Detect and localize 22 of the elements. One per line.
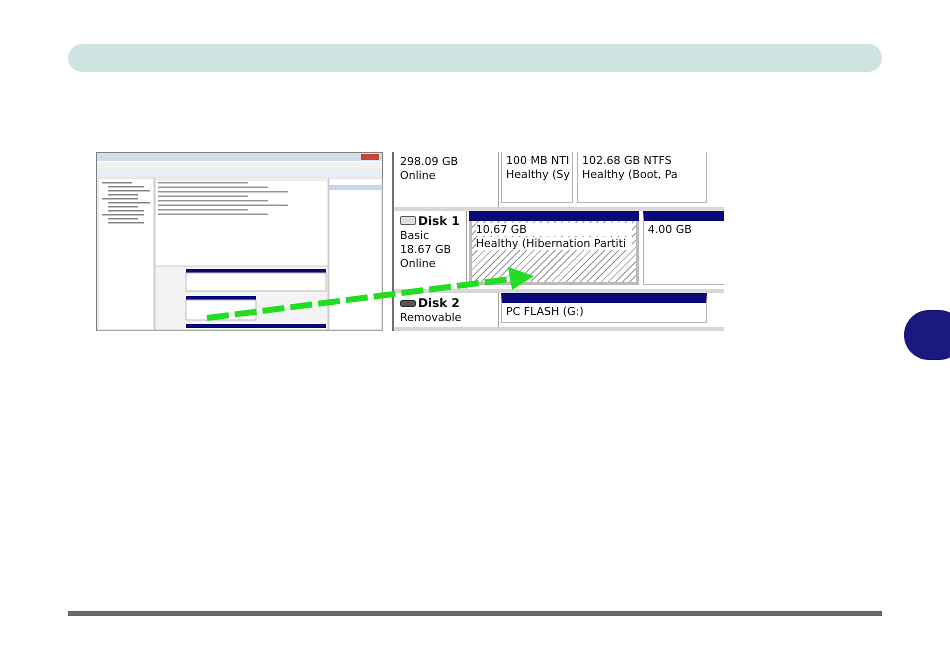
disk-name: Disk 1: [418, 214, 460, 228]
partition-text: Healthy (Sy: [506, 168, 568, 181]
disk-info-text: 18.67 GB: [400, 242, 452, 256]
disk-info-text: Online: [400, 256, 436, 270]
disk-info-text: Online: [400, 169, 436, 182]
disk-drive-icon: [400, 216, 416, 226]
removable-drive-icon: [400, 300, 416, 306]
disk-info-text: Removable: [400, 311, 462, 324]
disk-name: Disk 2: [418, 296, 460, 310]
partition-block[interactable]: PC FLASH (G:): [501, 293, 707, 323]
partition-text: PC FLASH (G:): [506, 305, 585, 318]
partition-text: 102.68 GB NTFS: [582, 154, 673, 167]
partition-text: 100 MB NTI: [506, 154, 568, 167]
partition-text: 10.67 GB: [476, 222, 632, 236]
partition-text: Healthy (Boot, Pa: [582, 168, 679, 181]
disk-info-text: Basic: [400, 228, 430, 242]
disk-info-text: 298.09 GB: [400, 155, 460, 168]
partition-block[interactable]: 102.68 GB NTFS Healthy (Boot, Pa: [577, 152, 707, 203]
partition-block[interactable]: 4.00 GB: [642, 210, 724, 285]
partition-block[interactable]: 100 MB NTI Healthy (Sy: [501, 152, 573, 203]
partition-text: Healthy (Hibernation Partiti: [476, 236, 632, 250]
partition-text: 4.00 GB: [648, 222, 693, 236]
